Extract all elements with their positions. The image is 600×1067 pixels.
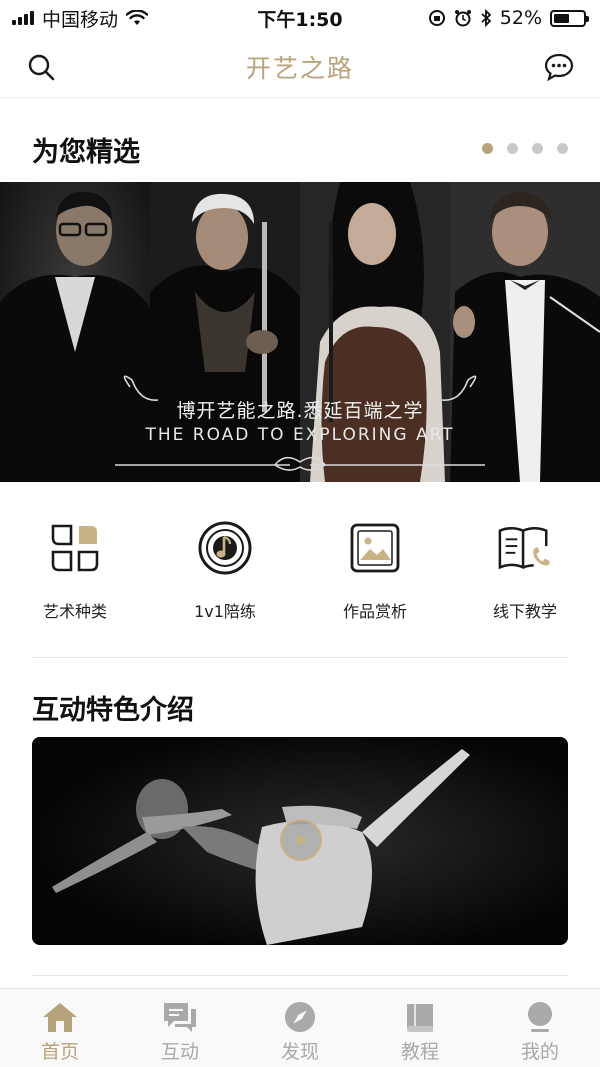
- tab-mine[interactable]: 我的: [480, 989, 600, 1067]
- tab-label: 互动: [160, 1041, 199, 1063]
- signal-icon: [12, 11, 34, 25]
- status-left: 中国移动: [12, 5, 149, 32]
- feature-video[interactable]: [32, 737, 568, 945]
- bluetooth-icon: [481, 9, 492, 27]
- section-divider: [32, 975, 568, 976]
- message-button[interactable]: [542, 50, 576, 84]
- open-book-phone-icon: [497, 520, 553, 576]
- category-label: 作品赏析: [342, 602, 407, 621]
- status-bar: 中国移动 下午1:50 52%: [0, 0, 600, 36]
- carousel-dot[interactable]: [507, 143, 518, 154]
- chat-bubble-icon: [544, 53, 574, 81]
- banner-slogan-cn: 博开艺能之路.悉延百端之学: [176, 400, 424, 422]
- tab-discover[interactable]: 发现: [240, 989, 360, 1067]
- book-icon: [407, 1004, 433, 1032]
- section-divider: [32, 657, 568, 658]
- chat-icon: [164, 1003, 196, 1032]
- tab-label: 首页: [40, 1041, 79, 1063]
- category-label: 1v1陪练: [194, 602, 256, 621]
- home-icon: [43, 1003, 77, 1032]
- category-grid: 艺术种类 1v1陪练 作品赏析 线下教学: [0, 520, 600, 630]
- alarm-icon: [454, 10, 471, 27]
- play-button[interactable]: [280, 819, 322, 861]
- tab-tutorial[interactable]: 教程: [360, 989, 480, 1067]
- music-disc-icon: [197, 520, 253, 576]
- category-1v1-practice[interactable]: 1v1陪练: [150, 520, 300, 630]
- tab-label: 我的: [520, 1041, 559, 1063]
- search-icon: [28, 54, 55, 80]
- interactive-title: 互动特色介绍: [32, 695, 194, 726]
- app-title: 开艺之路: [245, 53, 354, 83]
- battery-icon: [550, 9, 589, 27]
- user-icon: [528, 1002, 552, 1032]
- picture-frame-icon: [347, 520, 403, 576]
- app-header: 开艺之路: [0, 36, 600, 98]
- carrier-label: 中国移动: [42, 8, 119, 31]
- category-works-appreciation[interactable]: 作品赏析: [300, 520, 450, 630]
- category-offline-teaching[interactable]: 线下教学: [450, 520, 600, 630]
- tab-interact[interactable]: 互动: [120, 989, 240, 1067]
- banner-slogan-en: THE ROAD TO EXPLORING ART: [145, 425, 455, 445]
- orientation-lock-icon: [428, 10, 445, 26]
- tab-label: 教程: [400, 1041, 439, 1063]
- tab-bar: 首页 互动 发现 教程 我的: [0, 988, 600, 1067]
- battery-percent: 52%: [499, 7, 542, 29]
- category-art-types[interactable]: 艺术种类: [0, 520, 150, 630]
- featured-title: 为您精选: [32, 137, 140, 168]
- tab-label: 发现: [280, 1041, 319, 1063]
- category-label: 艺术种类: [42, 602, 107, 621]
- status-right: 52%: [428, 7, 589, 29]
- wifi-icon: [126, 10, 149, 25]
- category-label: 线下教学: [492, 602, 557, 621]
- compass-icon: [284, 1001, 316, 1033]
- tab-home[interactable]: 首页: [0, 989, 120, 1067]
- carousel-dot[interactable]: [557, 143, 568, 154]
- four-petal-grid-icon: [47, 520, 103, 576]
- search-button[interactable]: [24, 50, 58, 84]
- play-icon: [297, 834, 307, 846]
- carousel-indicator[interactable]: [482, 143, 568, 154]
- carousel-dot[interactable]: [532, 143, 543, 154]
- carousel-dot[interactable]: [482, 143, 493, 154]
